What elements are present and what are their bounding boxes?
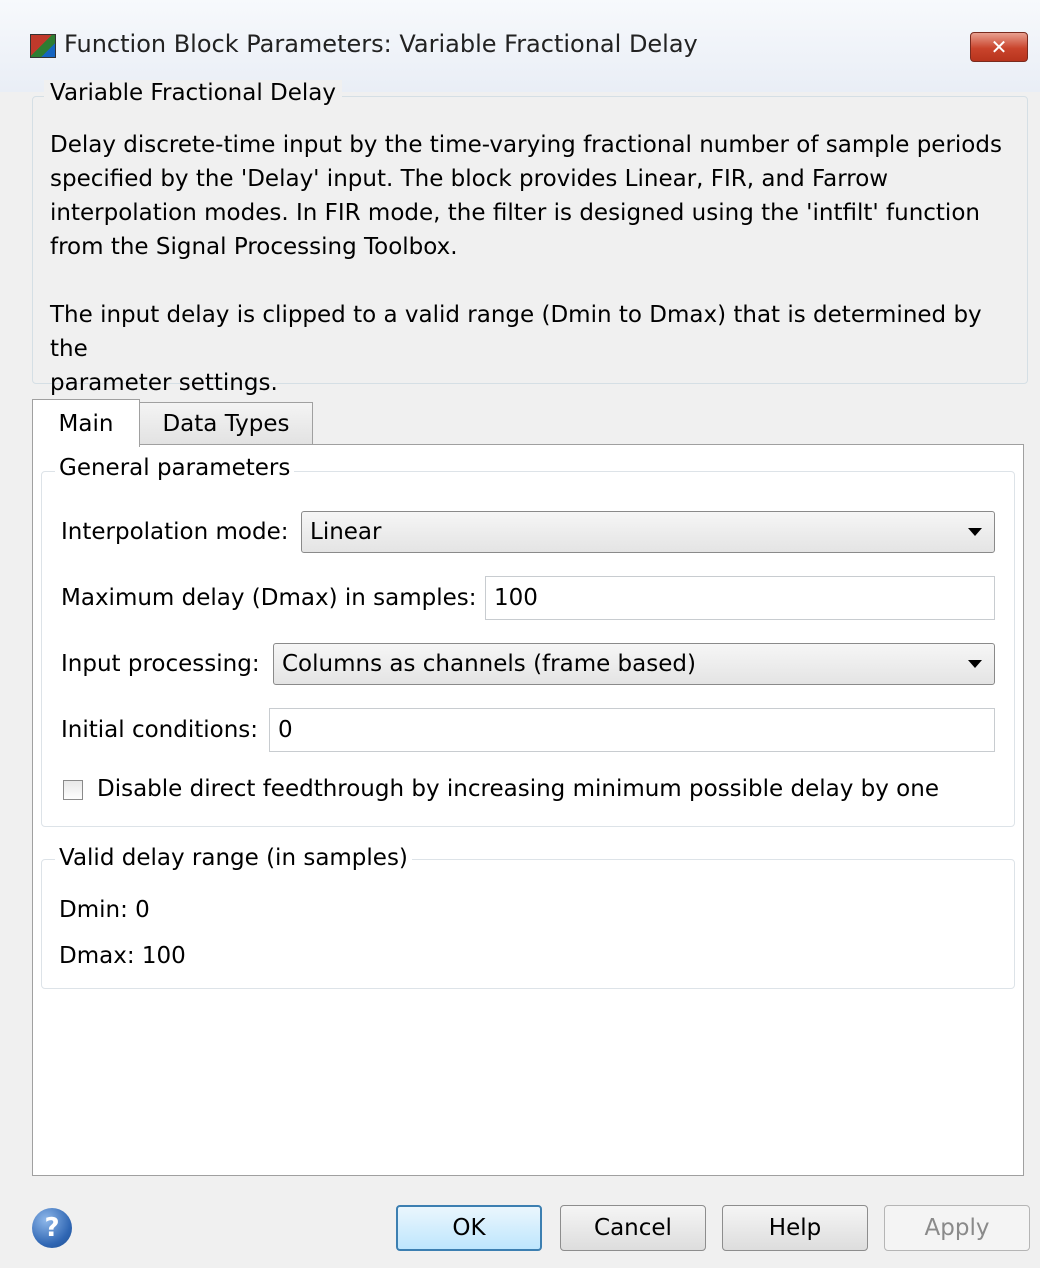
- max-delay-input[interactable]: 100: [485, 576, 995, 620]
- dmax-value: Dmax: 100: [59, 943, 186, 969]
- tab-main[interactable]: Main: [32, 399, 140, 447]
- max-delay-label: Maximum delay (Dmax) in samples:: [61, 585, 477, 611]
- description-line: from the Signal Processing Toolbox.: [50, 234, 458, 260]
- initial-conditions-input[interactable]: 0: [269, 708, 995, 752]
- input-processing-label: Input processing:: [61, 651, 260, 677]
- interpolation-mode-select[interactable]: Linear: [301, 511, 995, 553]
- dropdown-arrow-icon: [968, 660, 982, 668]
- tab-panel-main: General parameters Interpolation mode: L…: [32, 444, 1024, 1176]
- general-parameters-title: General parameters: [55, 455, 295, 481]
- description-line: parameter settings.: [50, 370, 278, 396]
- window-title: Function Block Parameters: Variable Frac…: [64, 30, 698, 58]
- close-button[interactable]: ✕: [970, 32, 1028, 62]
- initial-conditions-label: Initial conditions:: [61, 717, 259, 743]
- input-processing-select[interactable]: Columns as channels (frame based): [273, 643, 995, 685]
- title-bar: Function Block Parameters: Variable Frac…: [0, 0, 1040, 92]
- dmin-value: Dmin: 0: [59, 897, 150, 923]
- description-paragraph-2: The input delay is clipped to a valid ra…: [50, 298, 1020, 400]
- description-group-title: Variable Fractional Delay: [44, 80, 342, 106]
- description-line: Delay discrete-time input by the time-va…: [50, 132, 1002, 158]
- ok-button[interactable]: OK: [396, 1205, 542, 1251]
- help-button[interactable]: Help: [722, 1205, 868, 1251]
- simulink-app-icon: [30, 34, 56, 58]
- dropdown-arrow-icon: [968, 528, 982, 536]
- description-line: The input delay is clipped to a valid ra…: [50, 302, 982, 362]
- input-processing-value: Columns as channels (frame based): [282, 651, 696, 677]
- valid-delay-range-group: [41, 859, 1015, 989]
- apply-button[interactable]: Apply: [884, 1205, 1030, 1251]
- interpolation-mode-value: Linear: [310, 519, 382, 545]
- valid-delay-range-title: Valid delay range (in samples): [55, 845, 412, 871]
- interpolation-mode-label: Interpolation mode:: [61, 519, 289, 545]
- cancel-button[interactable]: Cancel: [560, 1205, 706, 1251]
- description-line: interpolation modes. In FIR mode, the fi…: [50, 200, 980, 226]
- help-icon[interactable]: ?: [32, 1208, 72, 1248]
- disable-feedthrough-label[interactable]: Disable direct feedthrough by increasing…: [97, 776, 939, 802]
- tab-data-types[interactable]: Data Types: [139, 402, 313, 446]
- description-line: specified by the 'Delay' input. The bloc…: [50, 166, 889, 192]
- disable-feedthrough-checkbox[interactable]: [63, 780, 83, 800]
- description-paragraph-1: Delay discrete-time input by the time-va…: [50, 128, 1020, 264]
